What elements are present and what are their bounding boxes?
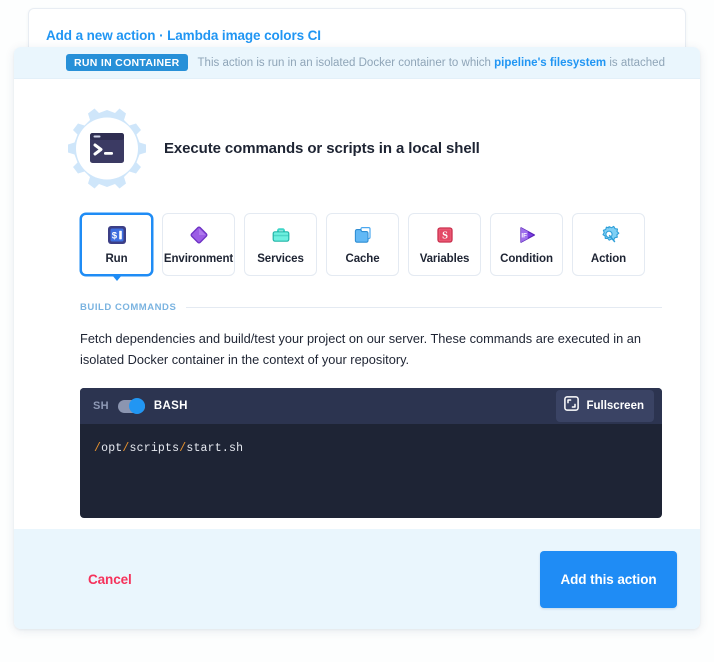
action-title: Execute commands or scripts in a local s… [164, 139, 480, 157]
tab-run-label: Run [105, 253, 128, 265]
add-action-modal: RUN IN CONTAINER This action is run in a… [14, 47, 700, 629]
command-editor: SH BASH Fullscreen /opt/scripts/start.sh [80, 388, 662, 519]
svg-text:IF: IF [521, 232, 527, 239]
tab-services[interactable]: Services [244, 213, 317, 276]
build-commands-section: BUILD COMMANDS Fetch dependencies and bu… [14, 276, 700, 519]
section-description: Fetch dependencies and build/test your p… [80, 331, 642, 367]
section-title: BUILD COMMANDS [80, 302, 177, 313]
editor-area[interactable]: /opt/scripts/start.sh [80, 424, 662, 455]
toggle-switch[interactable] [117, 398, 145, 415]
folder-icon [352, 224, 374, 246]
banner-text-before: This action is run in an isolated Docker… [197, 56, 495, 69]
pipeline-filesystem-link[interactable]: pipeline's filesystem [494, 57, 606, 69]
run-in-container-banner: RUN IN CONTAINER This action is run in a… [14, 47, 700, 79]
fullscreen-icon [564, 396, 580, 416]
dollar-square-icon: S [434, 224, 456, 246]
tab-variables[interactable]: S Variables [408, 213, 481, 276]
add-this-action-button[interactable]: Add this action [540, 550, 677, 608]
fullscreen-button[interactable]: Fullscreen [556, 390, 654, 423]
svg-text:$: $ [111, 231, 117, 242]
shell-type-toggle[interactable]: SH BASH [93, 398, 188, 415]
action-gear-icon [598, 224, 620, 246]
breadcrumb[interactable]: Add a new action · Lambda image colors C… [46, 28, 321, 43]
editor-toolbar: SH BASH Fullscreen [80, 388, 662, 425]
command-line[interactable]: /opt/scripts/start.sh [94, 442, 662, 455]
tab-condition-label: Condition [500, 253, 553, 265]
tab-run[interactable]: $ Run [80, 213, 153, 281]
tab-cache[interactable]: Cache [326, 213, 399, 276]
action-tabs: $ Run Environment Services Cache S Varia… [14, 189, 700, 281]
toggle-sh-label: SH [93, 400, 109, 413]
app-root: Add a new action · Lambda image colors C… [0, 0, 714, 662]
banner-description: This action is run in an isolated Docker… [198, 57, 665, 69]
tab-variables-label: Variables [419, 253, 470, 265]
terminal-gear-icon [66, 107, 148, 189]
tab-environment[interactable]: Environment [162, 213, 235, 276]
tab-action-label: Action [590, 253, 627, 265]
tab-services-label: Services [257, 253, 304, 265]
modal-footer: Cancel Add this action [14, 529, 700, 629]
run-in-container-badge: RUN IN CONTAINER [66, 53, 188, 72]
toggle-knob [128, 398, 145, 415]
svg-text:S: S [442, 231, 448, 242]
tab-cache-label: Cache [345, 253, 380, 265]
action-hero: Execute commands or scripts in a local s… [14, 79, 700, 189]
active-tab-caret [111, 275, 122, 281]
toolbox-icon [270, 224, 292, 246]
modal-body: Execute commands or scripts in a local s… [14, 79, 700, 529]
banner-text-after: is attached [606, 56, 665, 69]
section-divider [186, 307, 662, 308]
cancel-button[interactable]: Cancel [88, 572, 132, 587]
command-text: /opt/scripts/start.sh [94, 442, 244, 456]
tab-action[interactable]: Action [572, 213, 645, 276]
tab-environment-label: Environment [163, 253, 234, 265]
tab-condition[interactable]: IF Condition [490, 213, 563, 276]
diamond-icon [188, 224, 210, 246]
fullscreen-label: Fullscreen [586, 400, 644, 413]
section-header: BUILD COMMANDS [80, 302, 662, 313]
if-play-icon: IF [516, 224, 538, 246]
run-dollar-icon: $ [106, 224, 128, 246]
toggle-bash-label: BASH [153, 400, 188, 413]
